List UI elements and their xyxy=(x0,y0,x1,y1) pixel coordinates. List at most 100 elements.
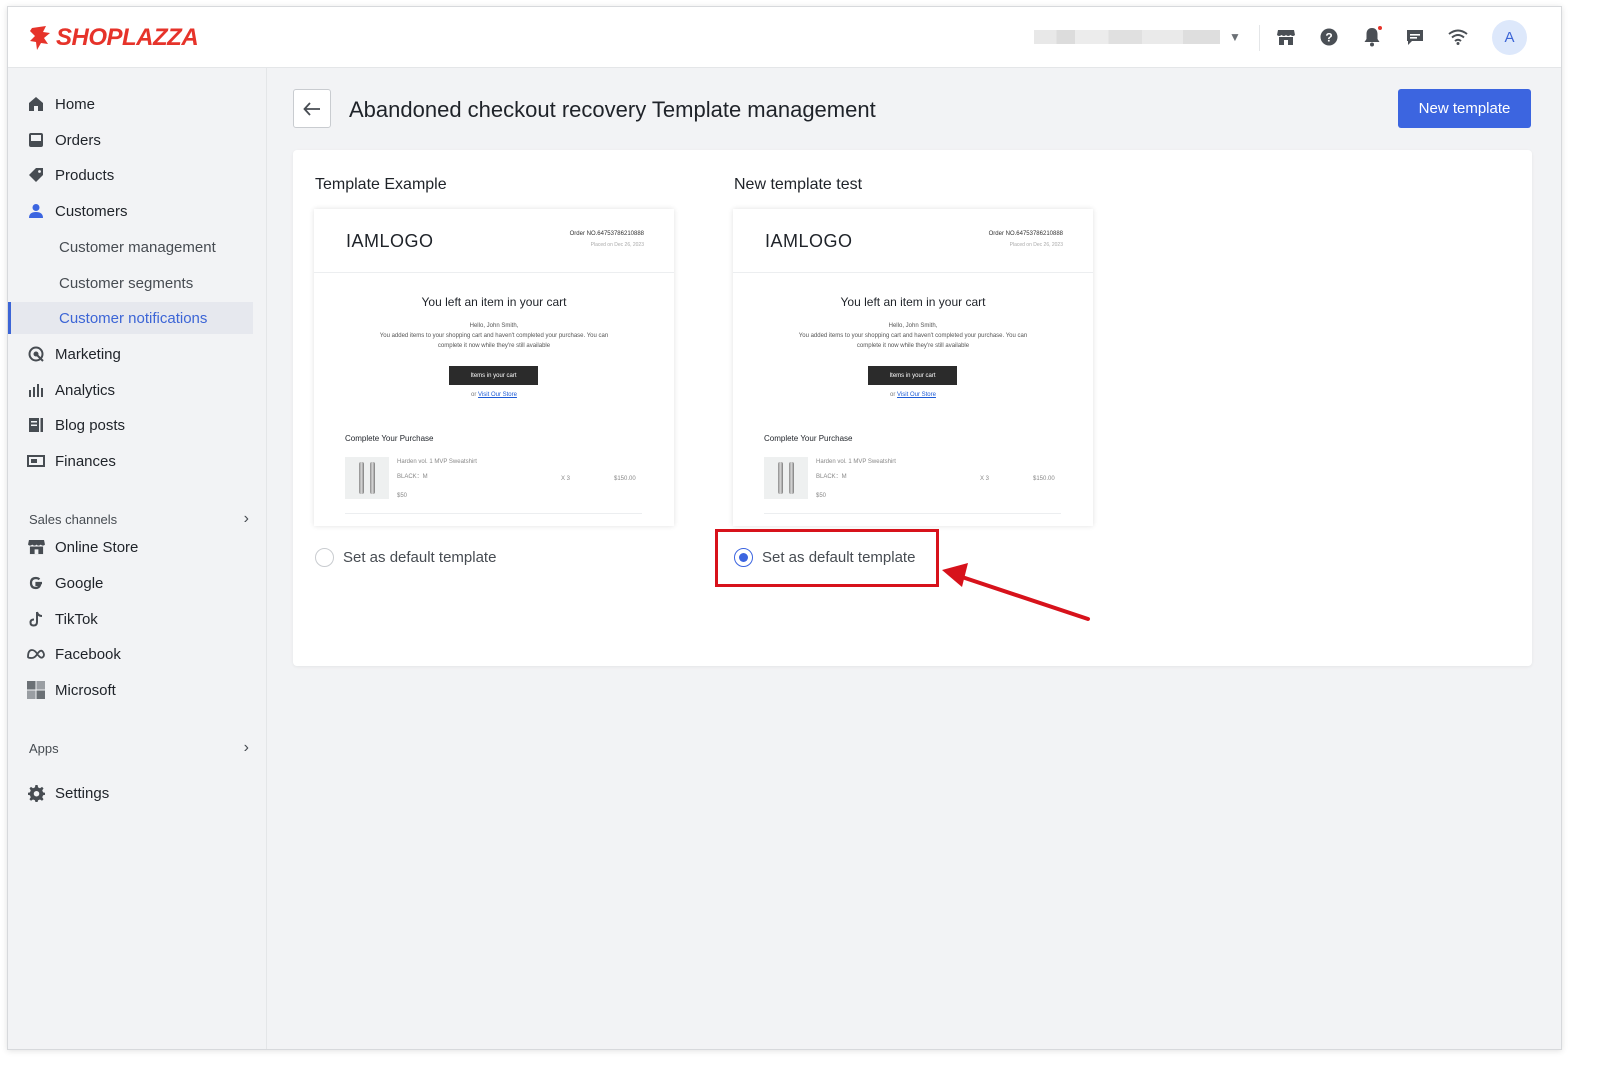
divider xyxy=(314,272,674,273)
preview-total: $150.00 xyxy=(614,476,636,482)
annotation-highlight-box xyxy=(715,529,939,587)
avatar[interactable]: A xyxy=(1492,20,1527,55)
sidebar-item-label: Products xyxy=(55,166,115,184)
sidebar-item-marketing[interactable]: Marketing xyxy=(8,338,253,370)
sidebar-item-label: TikTok xyxy=(55,610,98,628)
sidebar-item-analytics[interactable]: Analytics xyxy=(8,374,253,406)
sidebar: Home Orders Products Customers Customer … xyxy=(8,68,267,1049)
template-preview[interactable]: IAMLOGO Order NO.64753786210888 Placed o… xyxy=(733,209,1093,526)
meta-icon xyxy=(26,644,46,664)
marketing-icon xyxy=(26,344,46,364)
sidebar-subitem-label: Customer notifications xyxy=(59,309,208,327)
template-preview[interactable]: IAMLOGO Order NO.64753786210888 Placed o… xyxy=(314,209,674,526)
orders-icon xyxy=(26,130,46,150)
preview-logo: IAMLOGO xyxy=(346,231,434,251)
preview-heading: You left an item in your cart xyxy=(421,295,567,309)
product-image xyxy=(764,457,808,499)
sidebar-item-label: Marketing xyxy=(55,345,121,363)
preview-greeting: Hello, John Smith, xyxy=(469,323,519,329)
preview-placed-date: Placed on Dec 26, 2023 xyxy=(1009,242,1063,248)
preview-unit-price: $50 xyxy=(397,493,408,499)
sidebar-item-label: Google xyxy=(55,574,104,592)
tiktok-icon xyxy=(26,609,46,629)
preview-or-text: or xyxy=(890,392,896,398)
tag-icon xyxy=(26,165,46,185)
microsoft-icon xyxy=(26,680,46,700)
help-icon[interactable]: ? xyxy=(1317,25,1341,49)
sidebar-item-blog-posts[interactable]: Blog posts xyxy=(8,409,253,441)
apps-header[interactable]: Apps › xyxy=(29,739,249,757)
sidebar-item-microsoft[interactable]: Microsoft xyxy=(8,674,253,706)
sidebar-item-label: Analytics xyxy=(55,381,116,399)
sidebar-item-google[interactable]: Google xyxy=(8,567,253,599)
preview-or-line: or Visit Our Store xyxy=(314,392,674,398)
chevron-right-icon[interactable]: › xyxy=(244,510,249,528)
wifi-icon[interactable] xyxy=(1446,25,1470,49)
arrow-left-icon xyxy=(303,101,320,116)
template-name: New template test xyxy=(734,176,863,193)
sidebar-item-label: Orders xyxy=(55,131,101,149)
divider xyxy=(1259,25,1260,51)
home-icon xyxy=(26,94,46,114)
preview-qty: X 3 xyxy=(561,476,571,482)
section-label: Apps xyxy=(29,740,59,756)
page-title: Abandoned checkout recovery Template man… xyxy=(349,97,876,122)
store-icon[interactable] xyxy=(1274,25,1298,49)
preview-visit-link: Visit Our Store xyxy=(478,392,517,398)
sidebar-item-label: Microsoft xyxy=(55,681,116,699)
sidebar-item-orders[interactable]: Orders xyxy=(8,124,253,156)
sidebar-item-online-store[interactable]: Online Store xyxy=(8,531,253,563)
preview-visit-link: Visit Our Store xyxy=(897,392,936,398)
new-template-button[interactable]: New template xyxy=(1398,89,1531,128)
blog-icon xyxy=(26,415,46,435)
preview-qty: X 3 xyxy=(980,476,990,482)
gear-icon xyxy=(26,783,46,803)
store-selector[interactable] xyxy=(1034,30,1220,44)
chevron-down-icon[interactable]: ▼ xyxy=(1229,30,1241,44)
sidebar-item-label: Facebook xyxy=(55,645,121,663)
sidebar-subitem-customer-notifications[interactable]: Customer notifications xyxy=(8,302,253,334)
sidebar-subitem-customer-management[interactable]: Customer management xyxy=(8,231,253,263)
preview-message: You added items to your shopping cart an… xyxy=(379,333,609,349)
chevron-right-icon[interactable]: › xyxy=(244,739,249,757)
preview-greeting: Hello, John Smith, xyxy=(888,323,938,329)
preview-message: You added items to your shopping cart an… xyxy=(798,333,1028,349)
top-bar: SHOPLAZZA ▼ ? A xyxy=(8,7,1561,68)
set-default-radio-template-example[interactable]: Set as default template xyxy=(315,548,496,567)
bell-icon[interactable] xyxy=(1360,25,1384,49)
sidebar-item-home[interactable]: Home xyxy=(8,88,253,120)
sidebar-item-tiktok[interactable]: TikTok xyxy=(8,603,253,635)
section-label: Sales channels xyxy=(29,511,118,527)
preview-heading: You left an item in your cart xyxy=(840,295,986,309)
preview-placed-date: Placed on Dec 26, 2023 xyxy=(590,242,644,248)
sidebar-item-label: Finances xyxy=(55,452,116,470)
preview-or-text: or xyxy=(471,392,477,398)
preview-or-line: or Visit Our Store xyxy=(733,392,1093,398)
shoplazza-logo[interactable]: SHOPLAZZA xyxy=(28,24,199,52)
template-name: Template Example xyxy=(315,176,447,193)
preview-product-name: Harden vol. 1 MVP Sweatshirt xyxy=(816,459,896,465)
person-icon xyxy=(26,201,46,221)
message-icon[interactable] xyxy=(1403,25,1427,49)
preview-order-no: Order NO.64753786210888 xyxy=(569,231,644,237)
sidebar-item-facebook[interactable]: Facebook xyxy=(8,638,253,670)
sidebar-subitem-label: Customer segments xyxy=(59,274,194,292)
radio-button[interactable] xyxy=(315,548,334,567)
sidebar-item-products[interactable]: Products xyxy=(8,159,253,191)
preview-complete-heading: Complete Your Purchase xyxy=(764,434,853,443)
sidebar-subitem-customer-segments[interactable]: Customer segments xyxy=(8,267,253,299)
sidebar-item-label: Home xyxy=(55,95,96,113)
sidebar-item-customers[interactable]: Customers xyxy=(8,195,253,227)
radio-label: Set as default template xyxy=(343,549,497,566)
google-icon xyxy=(26,573,46,593)
notification-dot xyxy=(1377,25,1383,31)
sidebar-item-settings[interactable]: Settings xyxy=(8,777,253,809)
preview-logo: IAMLOGO xyxy=(765,231,853,251)
divider xyxy=(733,272,1093,273)
sidebar-item-finances[interactable]: Finances xyxy=(8,445,253,477)
sidebar-item-label: Customers xyxy=(55,202,128,220)
preview-unit-price: $50 xyxy=(816,493,827,499)
svg-text:?: ? xyxy=(1325,31,1332,45)
back-button[interactable] xyxy=(293,89,331,128)
sales-channels-header[interactable]: Sales channels › xyxy=(29,510,249,528)
